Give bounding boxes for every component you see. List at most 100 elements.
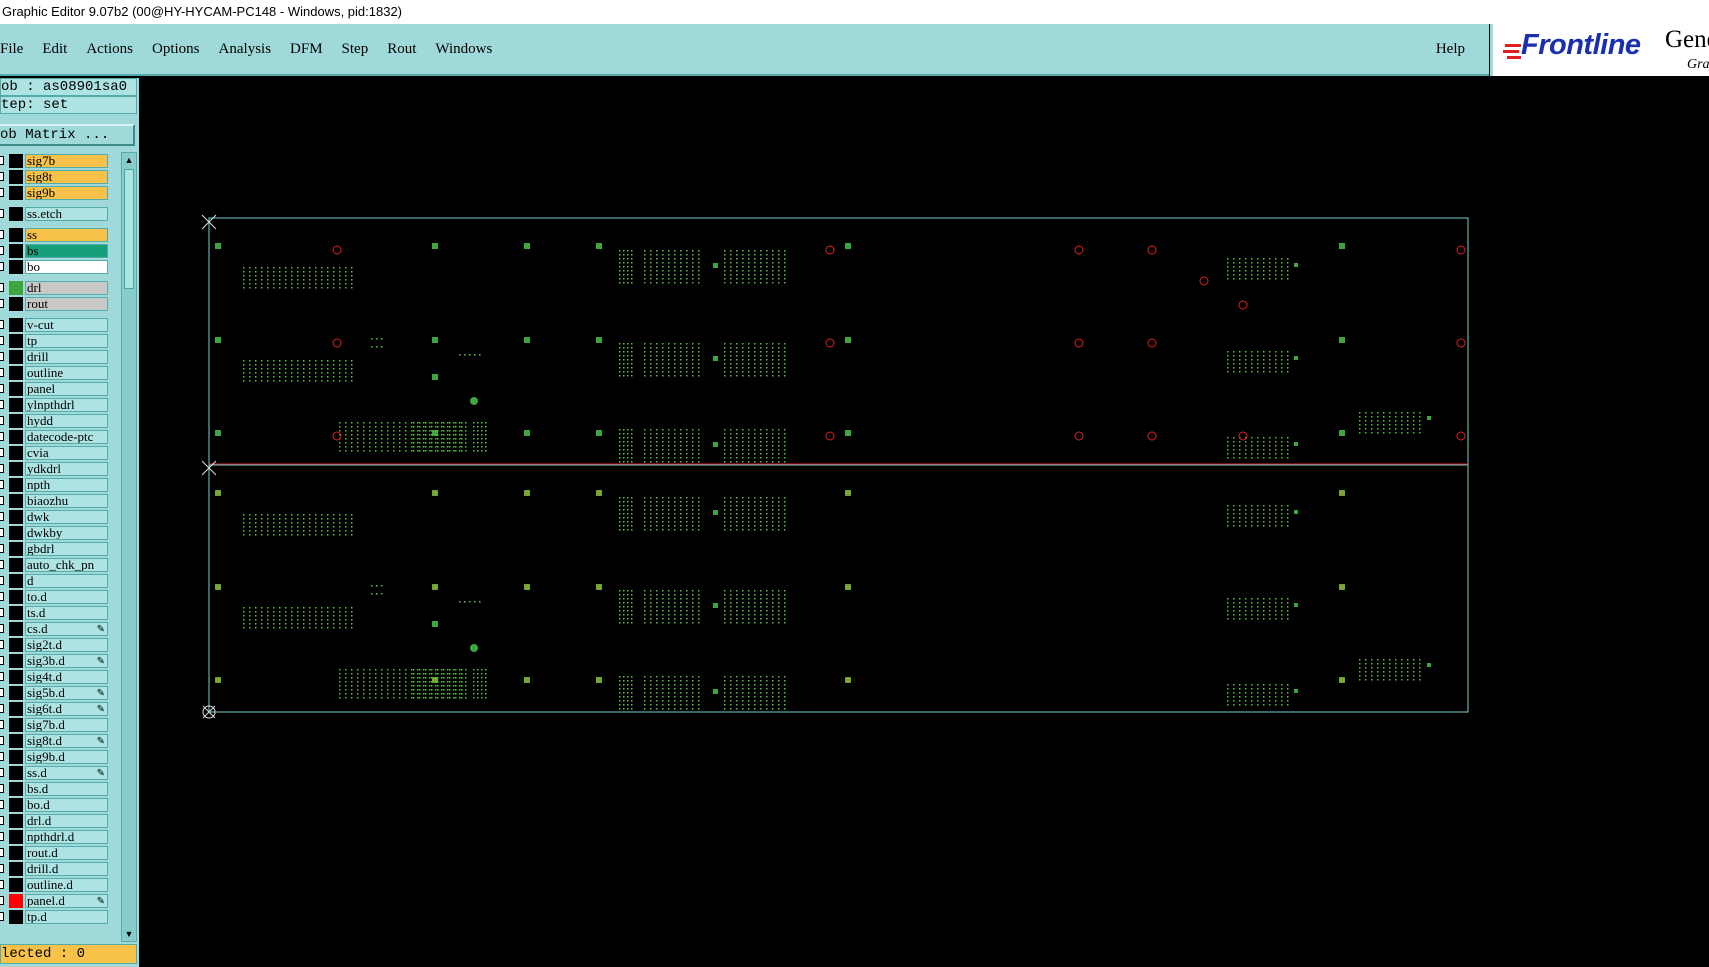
layer-color-swatch[interactable] [9, 366, 23, 380]
layer-checkbox[interactable] [0, 528, 4, 537]
menu-help[interactable]: Help [1436, 41, 1465, 58]
layer-name[interactable]: panel.d ✎ [25, 894, 108, 908]
layer-checkbox[interactable] [0, 416, 4, 425]
layer-name[interactable]: d [25, 574, 108, 588]
layer-checkbox[interactable] [0, 544, 4, 553]
layer-row-rout.d[interactable]: rout.d [0, 846, 110, 860]
layer-name[interactable]: drill [25, 350, 108, 364]
scroll-down-arrow-icon[interactable]: ▼ [123, 928, 135, 940]
layer-name[interactable]: ss.etch [25, 207, 108, 221]
layer-name[interactable]: sig4t.d [25, 670, 108, 684]
layer-row-ss[interactable]: ss [0, 228, 110, 242]
layer-color-swatch[interactable] [9, 430, 23, 444]
layer-checkbox[interactable] [0, 448, 4, 457]
layer-color-swatch[interactable] [9, 670, 23, 684]
layer-name[interactable]: bs [25, 244, 108, 258]
layer-name[interactable]: gbdrl [25, 542, 108, 556]
layer-color-swatch[interactable] [9, 244, 23, 258]
layer-checkbox[interactable] [0, 432, 4, 441]
layer-color-swatch[interactable] [9, 910, 23, 924]
menu-file[interactable]: File [0, 41, 23, 58]
layer-row-rout[interactable]: rout [0, 297, 110, 311]
layer-color-swatch[interactable] [9, 478, 23, 492]
layer-checkbox[interactable] [0, 352, 4, 361]
layer-color-swatch[interactable] [9, 766, 23, 780]
menu-options[interactable]: Options [152, 41, 200, 58]
layer-color-swatch[interactable] [9, 398, 23, 412]
layer-checkbox[interactable] [0, 720, 4, 729]
layer-name[interactable]: bs.d [25, 782, 108, 796]
layer-checkbox[interactable] [0, 246, 4, 255]
layer-name[interactable]: panel [25, 382, 108, 396]
layer-name[interactable]: outline.d [25, 878, 108, 892]
layer-row-bo.d[interactable]: bo.d [0, 798, 110, 812]
layer-name[interactable]: v-cut [25, 318, 108, 332]
layer-row-panel.d[interactable]: panel.d ✎ [0, 894, 110, 908]
layer-name[interactable]: biaozhu [25, 494, 108, 508]
layer-row-ydkdrl[interactable]: ydkdrl [0, 462, 110, 476]
layer-row-cvia[interactable]: cvia [0, 446, 110, 460]
layer-row-sig9b.d[interactable]: sig9b.d [0, 750, 110, 764]
layer-row-drill[interactable]: drill [0, 350, 110, 364]
layer-checkbox[interactable] [0, 608, 4, 617]
layer-row-hydd[interactable]: hydd [0, 414, 110, 428]
layer-color-swatch[interactable] [9, 718, 23, 732]
layer-color-swatch[interactable] [9, 228, 23, 242]
graphic-canvas[interactable] [139, 78, 1709, 967]
menu-rout[interactable]: Rout [387, 41, 416, 58]
layer-checkbox[interactable] [0, 400, 4, 409]
layer-color-swatch[interactable] [9, 798, 23, 812]
layer-color-swatch[interactable] [9, 654, 23, 668]
layer-name[interactable]: bo [25, 260, 108, 274]
layer-color-swatch[interactable] [9, 606, 23, 620]
layer-row-d[interactable]: d [0, 574, 110, 588]
layer-name[interactable]: sig7b.d [25, 718, 108, 732]
layer-name[interactable]: sig3b.d ✎ [25, 654, 108, 668]
layer-checkbox[interactable] [0, 912, 4, 921]
layer-checkbox[interactable] [0, 230, 4, 239]
menu-windows[interactable]: Windows [435, 41, 492, 58]
layer-color-swatch[interactable] [9, 510, 23, 524]
layer-row-tp[interactable]: tp [0, 334, 110, 348]
layer-color-swatch[interactable] [9, 830, 23, 844]
layer-row-sig3b.d[interactable]: sig3b.d ✎ [0, 654, 110, 668]
layer-name[interactable]: npthdrl.d [25, 830, 108, 844]
layer-color-swatch[interactable] [9, 686, 23, 700]
layer-checkbox[interactable] [0, 464, 4, 473]
layer-checkbox[interactable] [0, 800, 4, 809]
layer-color-swatch[interactable] [9, 862, 23, 876]
layer-checkbox[interactable] [0, 896, 4, 905]
layer-color-swatch[interactable] [9, 414, 23, 428]
layer-name[interactable]: outline [25, 366, 108, 380]
layer-checkbox[interactable] [0, 299, 4, 308]
layer-color-swatch[interactable] [9, 782, 23, 796]
layer-checkbox[interactable] [0, 336, 4, 345]
layer-color-swatch[interactable] [9, 260, 23, 274]
layer-color-swatch[interactable] [9, 334, 23, 348]
layer-row-bs.d[interactable]: bs.d [0, 782, 110, 796]
layer-row-bo[interactable]: bo [0, 260, 110, 274]
layer-row-npth[interactable]: npth [0, 478, 110, 492]
layer-row-sig8t[interactable]: sig8t [0, 170, 110, 184]
layer-row-sig9b[interactable]: sig9b [0, 186, 110, 200]
layer-checkbox[interactable] [0, 688, 4, 697]
layer-checkbox[interactable] [0, 156, 4, 165]
layer-color-swatch[interactable] [9, 574, 23, 588]
layer-name[interactable]: drl [25, 281, 108, 295]
layer-row-sig7b[interactable]: sig7b [0, 154, 110, 168]
layer-row-biaozhu[interactable]: biaozhu [0, 494, 110, 508]
layer-name[interactable]: datecode-ptc [25, 430, 108, 444]
scroll-thumb[interactable] [124, 169, 134, 289]
layer-name[interactable]: sig8t [25, 170, 108, 184]
layer-name[interactable]: sig2t.d [25, 638, 108, 652]
layer-color-swatch[interactable] [9, 186, 23, 200]
layer-checkbox[interactable] [0, 816, 4, 825]
layer-color-swatch[interactable] [9, 382, 23, 396]
layer-row-ss.d[interactable]: ss.d ✎ [0, 766, 110, 780]
layer-name[interactable]: npth [25, 478, 108, 492]
layer-row-ylnpthdrl[interactable]: ylnpthdrl [0, 398, 110, 412]
layer-row-ss.etch[interactable]: ss.etch [0, 207, 110, 221]
layer-name[interactable]: sig5b.d ✎ [25, 686, 108, 700]
layer-color-swatch[interactable] [9, 207, 23, 221]
layer-checkbox[interactable] [0, 752, 4, 761]
